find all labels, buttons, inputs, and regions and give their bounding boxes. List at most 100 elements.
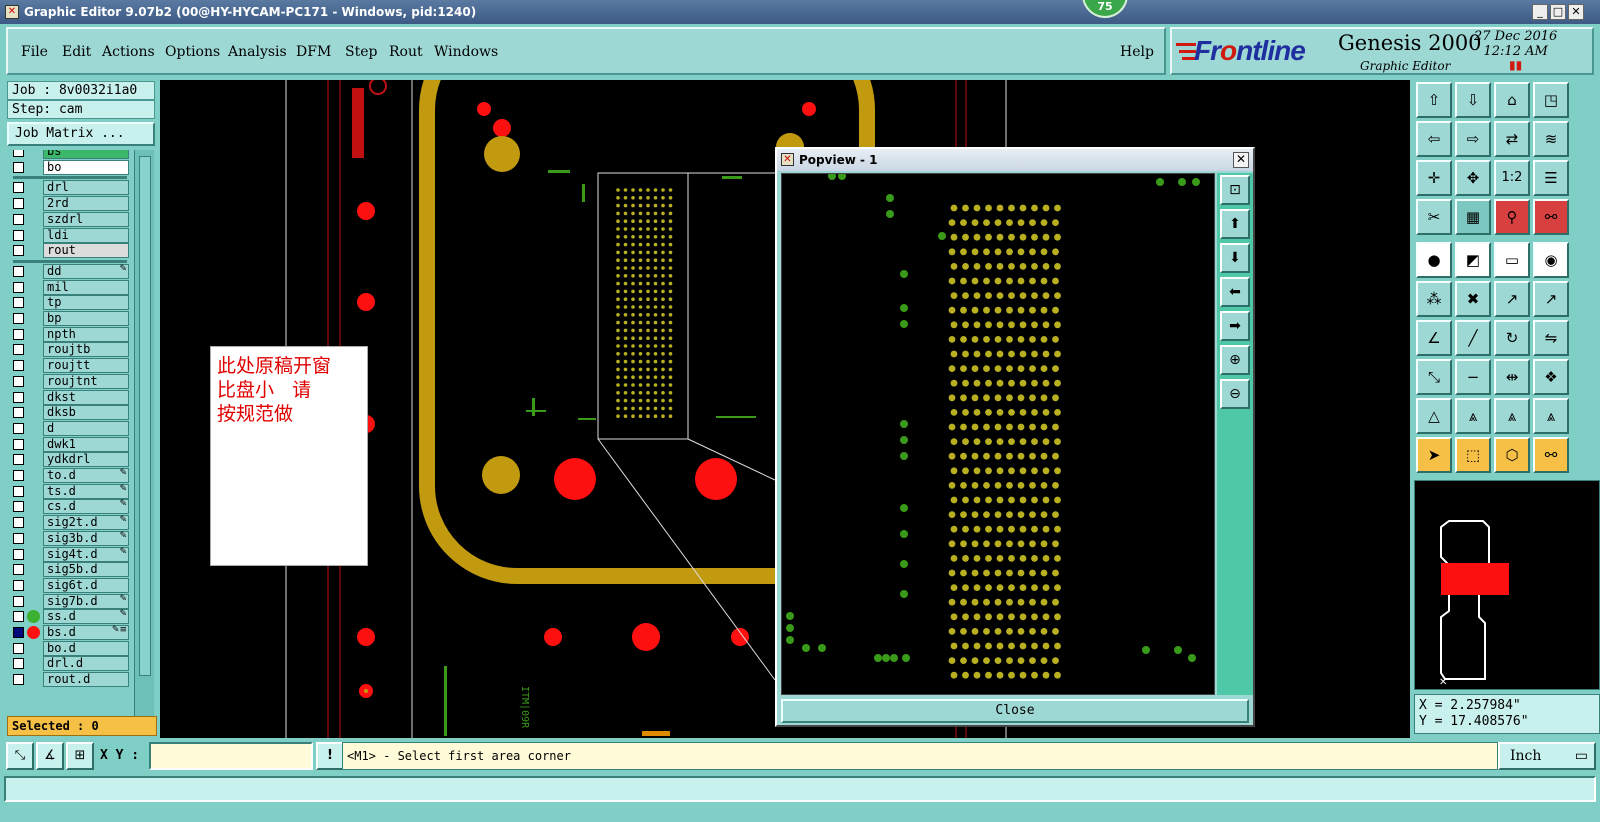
grid-snap-icon[interactable]: ⊞ <box>66 742 94 770</box>
zoom-box-icon[interactable]: ⤡ <box>6 742 34 770</box>
arrow-both-icon[interactable]: ⩓ <box>1494 398 1530 434</box>
layer-name[interactable]: drl.d <box>43 656 129 672</box>
layer-checkbox[interactable] <box>13 313 24 324</box>
add-line-icon[interactable]: ◩ <box>1455 242 1491 278</box>
zoom-window-icon[interactable]: ⊡ <box>1220 175 1250 205</box>
snap-icon[interactable]: ⚲ <box>1494 199 1530 235</box>
layer-checkbox[interactable] <box>13 150 24 157</box>
layer-checkbox[interactable] <box>13 328 24 340</box>
overview-map[interactable]: ✕ <box>1414 480 1600 690</box>
maximize-button[interactable]: □ <box>1550 4 1566 20</box>
grid-icon[interactable]: ▦ <box>1455 199 1491 235</box>
layer-row[interactable]: dd ✎ <box>7 263 131 279</box>
connect-icon[interactable]: ⁂ <box>1416 281 1452 317</box>
pan-up-icon[interactable]: ⬆ <box>1220 209 1250 239</box>
layer-name[interactable]: ss.d <box>43 609 129 625</box>
drag-point-icon[interactable]: ↗ <box>1533 281 1569 317</box>
layer-checkbox[interactable] <box>13 229 24 241</box>
layer-name[interactable]: dksb <box>43 405 129 421</box>
move-point-icon[interactable]: ↗ <box>1494 281 1530 317</box>
pan-left-icon[interactable]: ⇦ <box>1416 121 1452 157</box>
layer-row[interactable]: sig5b.d <box>7 562 131 578</box>
layer-name[interactable]: sig4t.d <box>43 546 129 562</box>
layer-row[interactable]: ss.d ✎ <box>7 609 131 625</box>
layer-checkbox[interactable] <box>13 360 24 372</box>
layer-row[interactable]: drl <box>7 180 131 196</box>
layer-row[interactable]: 2rd <box>7 196 131 212</box>
layer-list-scrollbar[interactable] <box>134 150 154 716</box>
layer-name[interactable]: ydkdrl <box>43 452 129 468</box>
layer-checkbox[interactable] <box>13 517 24 529</box>
layer-row[interactable]: roujtb <box>7 342 131 358</box>
popview-canvas[interactable] <box>781 172 1215 695</box>
layer-row[interactable]: cs.d ✎ <box>7 499 131 515</box>
layer-checkbox[interactable] <box>13 198 24 210</box>
job-matrix-button[interactable]: Job Matrix ... <box>7 122 155 146</box>
layer-name[interactable]: tp <box>43 295 129 311</box>
layer-checkbox[interactable] <box>13 674 24 686</box>
zoom-in-icon[interactable]: ⊕ <box>1220 345 1250 375</box>
layer-row[interactable]: drl.d <box>7 656 131 672</box>
layer-checkbox[interactable] <box>13 470 24 481</box>
layer-name[interactable]: sig6t.d <box>43 577 129 593</box>
pan-left-icon[interactable]: ⬅ <box>1220 277 1250 307</box>
layer-checkbox[interactable] <box>13 611 24 623</box>
layer-name[interactable]: roujtnt <box>43 373 129 389</box>
mirror-icon[interactable]: ⇋ <box>1533 320 1569 356</box>
unit-selector[interactable]: Inch ▭ <box>1498 742 1596 770</box>
close-window-button[interactable]: ✕ <box>1568 4 1584 20</box>
layer-checkbox[interactable] <box>13 265 24 277</box>
layer-row[interactable]: bp <box>7 311 131 326</box>
layer-checkbox[interactable] <box>13 422 24 434</box>
layer-name[interactable]: rout.d <box>43 672 129 688</box>
menu-rout[interactable]: Rout <box>389 44 423 60</box>
select-pointer-icon[interactable]: ➤ <box>1416 437 1452 473</box>
layer-row[interactable]: ydkdrl <box>7 452 131 468</box>
layer-checkbox[interactable] <box>13 548 24 560</box>
layer-checkbox[interactable] <box>13 454 24 466</box>
arrow-up-icon[interactable]: ⩓ <box>1455 398 1491 434</box>
menu-windows[interactable]: Windows <box>434 44 498 60</box>
popview-close-button[interactable]: Close <box>781 699 1249 723</box>
add-pad-icon[interactable]: ● <box>1416 242 1452 278</box>
line-icon[interactable]: ╱ <box>1455 320 1491 356</box>
menu-edit[interactable]: Edit <box>62 44 91 60</box>
layer-row[interactable]: ts.d ✎ <box>7 483 131 499</box>
layer-row[interactable]: bs✎ <box>7 150 131 159</box>
menu-help[interactable]: Help <box>1120 44 1154 60</box>
netlist-icon[interactable]: ⚯ <box>1533 199 1569 235</box>
layer-checkbox[interactable] <box>13 595 24 607</box>
layer-checkbox[interactable] <box>13 213 24 225</box>
layer-checkbox[interactable] <box>13 297 24 309</box>
alert-icon[interactable]: ! <box>316 742 344 770</box>
scrollbar-thumb[interactable] <box>139 156 151 676</box>
layer-checkbox[interactable] <box>13 281 24 293</box>
select-area-icon[interactable]: ⬡ <box>1494 437 1530 473</box>
menu-step[interactable]: Step <box>345 44 377 60</box>
pan-down-icon[interactable]: ⬇ <box>1220 243 1250 273</box>
arrow-move-icon[interactable]: ⩓ <box>1533 398 1569 434</box>
layer-row[interactable]: dkst <box>7 389 131 405</box>
layer-row[interactable]: sig2t.d ✎ <box>7 515 131 531</box>
layer-name[interactable]: ldi <box>43 227 129 243</box>
xy-input[interactable] <box>149 742 313 770</box>
minimize-button[interactable]: _ <box>1532 4 1548 20</box>
layer-name[interactable]: cs.d <box>43 499 129 515</box>
layer-name[interactable]: rout <box>43 243 129 259</box>
layer-name[interactable]: dwk1 <box>43 436 129 452</box>
layer-name[interactable]: bo.d <box>43 640 129 656</box>
zoom-out-icon[interactable]: ⊖ <box>1220 379 1250 409</box>
pan-down-icon[interactable]: ⇩ <box>1455 82 1491 118</box>
ruler-icon[interactable]: ▭ <box>1494 242 1530 278</box>
layer-row[interactable]: szdrl <box>7 211 131 227</box>
redraw-icon[interactable]: ≋ <box>1533 121 1569 157</box>
layer-row[interactable]: ldi <box>7 227 131 243</box>
layer-row[interactable]: sig7b.d ✎ <box>7 593 131 609</box>
layer-row[interactable]: npth <box>7 326 131 342</box>
layer-checkbox[interactable] <box>13 579 24 591</box>
zoom-previous-icon[interactable]: ◳ <box>1533 82 1569 118</box>
layer-checkbox[interactable] <box>13 532 24 544</box>
layer-row[interactable]: to.d ✎ <box>7 468 131 483</box>
layers-icon[interactable]: ☰ <box>1533 160 1569 196</box>
layer-checkbox[interactable] <box>13 485 24 497</box>
